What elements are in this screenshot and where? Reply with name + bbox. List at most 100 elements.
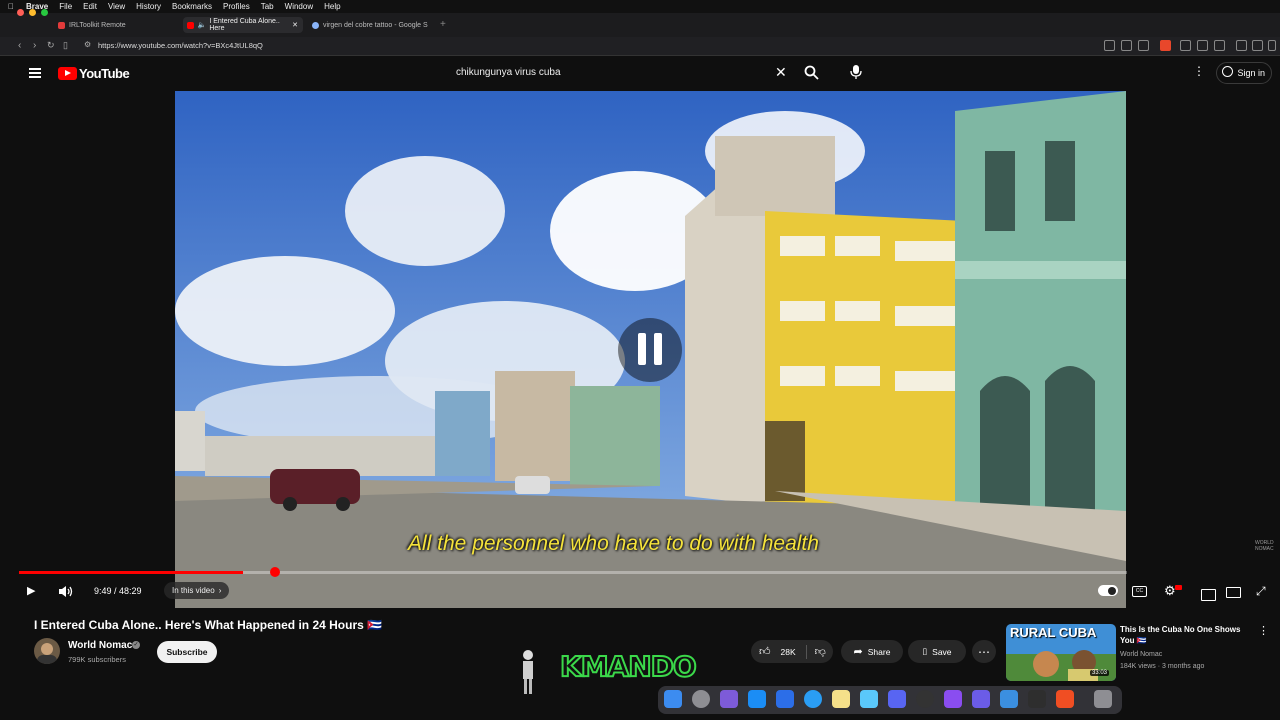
url-field[interactable]: https://www.youtube.com/watch?v=BXc4JtUL… [98, 41, 263, 50]
share-label: Share [867, 646, 891, 657]
apple-icon[interactable]:  [8, 2, 14, 11]
edge-icon[interactable] [776, 690, 794, 708]
save-button[interactable]: ▯ Save [908, 640, 966, 663]
play-icon[interactable]: ▶ [27, 584, 35, 597]
site-settings-icon[interactable]: ⚙ [84, 40, 91, 49]
launchpad-icon[interactable] [972, 690, 990, 708]
volume-icon[interactable] [58, 585, 74, 598]
in-this-video-button[interactable]: In this video › [164, 582, 230, 599]
like-dislike-group: 👍︎ 28K 👎︎ [751, 640, 833, 663]
menu-icon[interactable] [1268, 40, 1276, 51]
clear-search-icon[interactable]: ✕ [775, 64, 787, 81]
thumbnail-text: RURAL CUBA [1010, 625, 1097, 640]
tab-google[interactable]: virgen del cobre tattoo - Google S [312, 17, 437, 33]
autoplay-knob [1108, 586, 1116, 595]
tab-irltoolkit[interactable]: IRLToolkit Remote [58, 17, 178, 33]
irltoolkit-favicon-icon [58, 21, 65, 29]
recommended-title[interactable]: This Is the Cuba No One Shows You 🇨🇺 [1120, 624, 1250, 646]
fullscreen-icon[interactable]: ⤢ [1256, 584, 1266, 599]
captions-icon[interactable]: CC [1132, 586, 1147, 597]
pause-icon [638, 333, 646, 365]
kmando-logo: KMANDO [559, 649, 698, 684]
safari-icon[interactable] [804, 690, 822, 708]
menu-view[interactable]: View [108, 2, 125, 11]
minimize-window-button[interactable] [29, 9, 36, 16]
menu-help[interactable]: Help [324, 2, 340, 11]
sign-in-label: Sign in [1237, 68, 1265, 78]
screen-sharing-icon[interactable] [1000, 690, 1018, 708]
recommended-channel[interactable]: World Nomac [1120, 651, 1162, 658]
subscribe-button[interactable]: Subscribe [157, 641, 217, 663]
scrubber-handle[interactable] [270, 567, 280, 577]
subscribe-label: Subscribe [166, 647, 208, 657]
activity-monitor-icon[interactable] [1028, 690, 1046, 708]
recommended-more-icon[interactable]: ⋮ [1258, 624, 1269, 637]
app-store-icon[interactable] [748, 690, 766, 708]
search-icon[interactable] [804, 65, 819, 80]
thumbs-up-icon[interactable]: 👍︎ [759, 645, 771, 658]
discord-icon[interactable] [888, 690, 906, 708]
finder-icon[interactable] [664, 690, 682, 708]
sidebar-icon[interactable] [1252, 40, 1263, 51]
video-title: I Entered Cuba Alone.. Here's What Happe… [34, 618, 383, 632]
reload-icon[interactable]: ↻ [47, 40, 55, 51]
settings-gear-icon[interactable]: ⚙ [1164, 583, 1176, 599]
pause-overlay-button[interactable] [618, 318, 682, 382]
back-icon[interactable]: ‹ [18, 40, 21, 51]
video-subtitle: All the personnel who have to do with he… [408, 532, 819, 555]
menu-tab[interactable]: Tab [261, 2, 274, 11]
thumbs-down-icon[interactable]: 👎︎ [815, 645, 826, 658]
forward-icon[interactable]: › [33, 40, 36, 51]
search-input[interactable]: chikungunya virus cuba [456, 67, 561, 78]
channel-avatar[interactable] [34, 638, 60, 664]
notes-icon[interactable] [832, 690, 850, 708]
zoom-icon[interactable] [1121, 40, 1132, 51]
time-display: 9:49 / 48:29 [94, 586, 142, 596]
microphone-icon[interactable] [850, 64, 862, 80]
like-count[interactable]: 28K [781, 647, 796, 657]
menu-bookmarks[interactable]: Bookmarks [172, 2, 212, 11]
in-this-video-label: In this video [172, 586, 215, 595]
menu-profiles[interactable]: Profiles [223, 2, 250, 11]
youtube-favicon-icon [187, 21, 194, 29]
share-button[interactable]: ➦ Share [841, 640, 903, 663]
tab-youtube[interactable]: 🔈 I Entered Cuba Alone.. Here ✕ [183, 17, 303, 33]
zoom-window-button[interactable] [41, 9, 48, 16]
miniplayer-icon[interactable] [1201, 589, 1216, 601]
system-settings-icon[interactable] [692, 690, 710, 708]
wallet-icon[interactable] [1197, 40, 1208, 51]
menu-history[interactable]: History [136, 2, 161, 11]
more-actions-button[interactable]: ⋯ [972, 640, 996, 663]
youtube-logo-text[interactable]: YouTube [79, 66, 130, 81]
menu-edit[interactable]: Edit [83, 2, 97, 11]
trash-icon[interactable] [1094, 690, 1112, 708]
channel-watermark: WORLD NOMAC [1255, 540, 1274, 552]
recommended-views: 184K views · 3 months ago [1120, 663, 1205, 670]
brave-shields-icon[interactable] [1160, 40, 1171, 51]
menu-window[interactable]: Window [285, 2, 313, 11]
save-label: Save [932, 646, 952, 657]
chevron-right-icon: › [218, 586, 222, 595]
proton-vpn-icon[interactable] [720, 690, 738, 708]
video-duration: 33:03 [1090, 670, 1110, 676]
obs-icon[interactable] [916, 690, 934, 708]
new-tab-icon[interactable]: + [440, 19, 446, 30]
menu-file[interactable]: File [59, 2, 72, 11]
autoplay-toggle[interactable] [1098, 585, 1118, 596]
more-options-icon[interactable]: ⋮ [1193, 64, 1205, 78]
preview-icon[interactable] [860, 690, 878, 708]
close-tab-icon[interactable]: ✕ [292, 21, 298, 29]
extensions-puzzle-icon[interactable] [1180, 40, 1191, 51]
brave-icon[interactable] [1056, 690, 1074, 708]
share-page-icon[interactable] [1138, 40, 1149, 51]
new-app-icon[interactable] [944, 690, 962, 708]
mascot-figure [517, 648, 539, 696]
download-icon[interactable] [1214, 40, 1225, 51]
close-window-button[interactable] [17, 9, 24, 16]
bookmark-icon[interactable]: ▯ [63, 40, 68, 51]
theater-mode-icon[interactable] [1226, 587, 1241, 598]
media-icon[interactable] [1236, 40, 1247, 51]
speaker-icon: 🔈 [197, 22, 207, 29]
channel-name[interactable]: World Nomac [68, 640, 132, 651]
extension-icon[interactable] [1104, 40, 1115, 51]
